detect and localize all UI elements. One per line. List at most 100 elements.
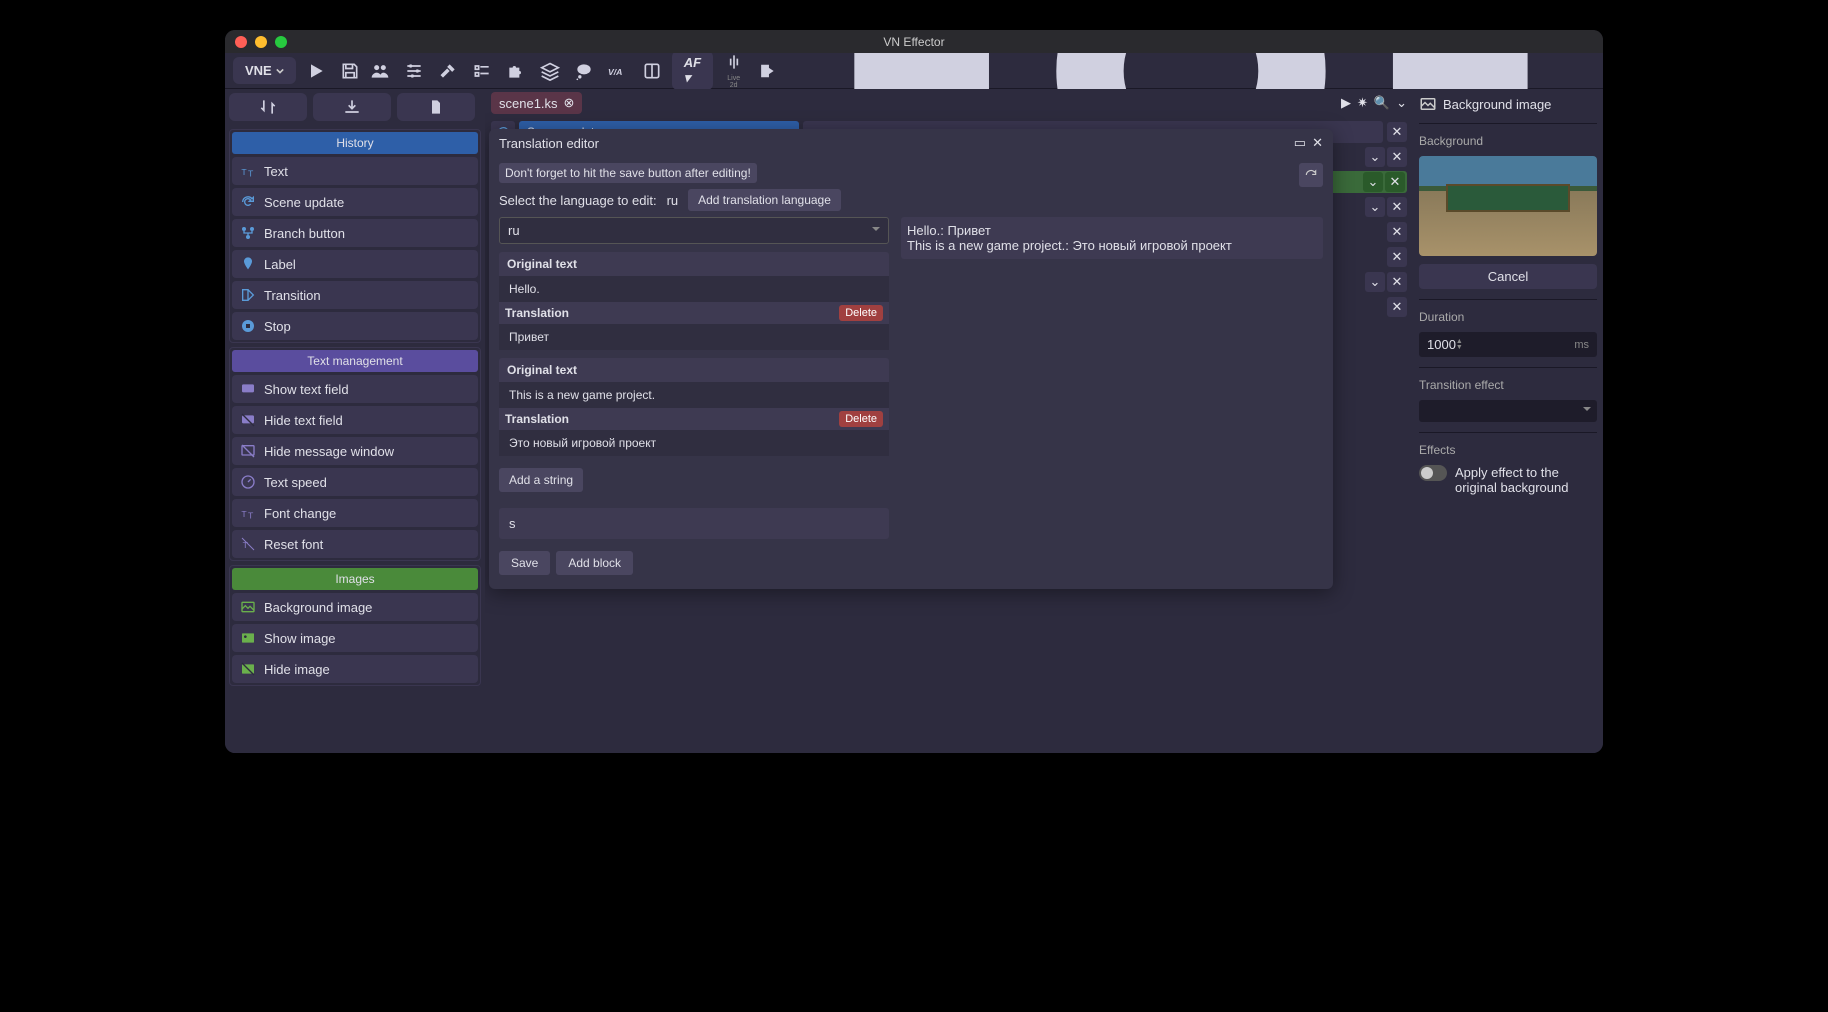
transition-label: Transition effect xyxy=(1419,378,1597,392)
sidebar-item-hide-text[interactable]: Hide text field xyxy=(232,406,478,434)
va-icon[interactable]: V/A xyxy=(608,61,628,81)
add-block-button[interactable]: Add block xyxy=(556,551,633,575)
hammer-icon[interactable] xyxy=(438,61,458,81)
layers-icon[interactable] xyxy=(540,61,560,81)
text-mgmt-category: Text management Show text field Hide tex… xyxy=(229,347,481,561)
translation-input[interactable]: Привет xyxy=(499,324,889,350)
item-label: Scene update xyxy=(264,195,344,210)
images-category: Images Background image Show image Hide … xyxy=(229,565,481,686)
sidebar: History TTText Scene update Branch butto… xyxy=(225,89,485,753)
add-language-button[interactable]: Add translation language xyxy=(688,189,841,211)
play-mini-icon[interactable]: ▶ xyxy=(1341,95,1351,111)
images-header[interactable]: Images xyxy=(232,568,478,590)
original-text-label: Original text xyxy=(499,252,889,276)
close-tab-icon[interactable]: ⊗ xyxy=(564,95,575,111)
book-icon[interactable] xyxy=(642,61,662,81)
chat-off-icon xyxy=(240,412,256,428)
download-icon xyxy=(342,97,362,117)
modal-header[interactable]: Translation editor ▭ ✕ xyxy=(489,129,1333,157)
close-icon[interactable]: ✕ xyxy=(1387,222,1407,242)
close-icon[interactable]: ✕ xyxy=(1387,272,1407,292)
item-label: Text speed xyxy=(264,475,327,490)
sidebar-item-transition[interactable]: Transition xyxy=(232,281,478,309)
close-icon[interactable]: ✕ xyxy=(1387,247,1407,267)
sidebar-item-stop[interactable]: Stop xyxy=(232,312,478,340)
sidebar-item-show-image[interactable]: Show image xyxy=(232,624,478,652)
users-icon[interactable] xyxy=(370,61,390,81)
transition-dropdown[interactable] xyxy=(1419,400,1597,422)
save-button[interactable]: Save xyxy=(499,551,550,575)
sidebar-item-font-change[interactable]: TTFont change xyxy=(232,499,478,527)
delete-button[interactable]: Delete xyxy=(839,411,883,427)
translation-input[interactable]: Это новый игровой проект xyxy=(499,430,889,456)
cancel-button[interactable]: Cancel xyxy=(1419,264,1597,289)
thought-icon[interactable] xyxy=(574,61,594,81)
sidebar-item-reset-font[interactable]: TReset font xyxy=(232,530,478,558)
close-icon[interactable]: ✕ xyxy=(1387,297,1407,317)
bg-image-icon xyxy=(240,599,256,615)
sidebar-item-label[interactable]: Label xyxy=(232,250,478,278)
maximize-window-button[interactable] xyxy=(275,36,287,48)
chevron-down-icon[interactable]: ⌄ xyxy=(1396,95,1407,111)
minimize-window-button[interactable] xyxy=(255,36,267,48)
chevron-down-icon[interactable]: ⌄ xyxy=(1363,172,1383,192)
sidebar-item-hide-msg[interactable]: Hide message window xyxy=(232,437,478,465)
puzzle-icon[interactable] xyxy=(506,61,526,81)
close-icon[interactable]: ✕ xyxy=(1387,147,1407,167)
search-input[interactable]: s xyxy=(499,508,889,539)
preview-line: Hello.: Привет xyxy=(907,223,1317,238)
scene-tab[interactable]: scene1.ks ⊗ xyxy=(491,92,582,114)
history-header[interactable]: History xyxy=(232,132,478,154)
sidebar-item-text-speed[interactable]: Text speed xyxy=(232,468,478,496)
af-label: AF xyxy=(684,55,701,70)
sidebar-item-scene-update[interactable]: Scene update xyxy=(232,188,478,216)
save-icon[interactable] xyxy=(340,61,360,81)
number-spinner[interactable]: ▲▼ xyxy=(1456,339,1463,351)
modal-title: Translation editor xyxy=(499,136,599,151)
search-icon[interactable]: 🔍 xyxy=(1374,95,1390,111)
item-label: Hide message window xyxy=(264,444,394,459)
live2d-button[interactable]: Live 2d xyxy=(723,52,744,89)
sidebar-item-branch[interactable]: Branch button xyxy=(232,219,478,247)
background-thumbnail[interactable] xyxy=(1419,156,1597,256)
sidebar-item-hide-image[interactable]: Hide image xyxy=(232,655,478,683)
current-lang: ru xyxy=(667,193,679,208)
delete-button[interactable]: Delete xyxy=(839,305,883,321)
download-button[interactable] xyxy=(313,93,391,121)
chevron-down-icon[interactable]: ⌄ xyxy=(1365,197,1385,217)
sidebar-item-text[interactable]: TTText xyxy=(232,157,478,185)
apply-effect-toggle[interactable] xyxy=(1419,465,1447,481)
play-icon[interactable] xyxy=(306,61,326,81)
refresh-button[interactable] xyxy=(1299,163,1323,187)
sidebar-item-show-text[interactable]: Show text field xyxy=(232,375,478,403)
file-button[interactable] xyxy=(397,93,475,121)
close-icon[interactable]: ✕ xyxy=(1387,197,1407,217)
chevron-down-icon[interactable]: ⌄ xyxy=(1365,147,1385,167)
refresh-icon xyxy=(1304,168,1318,182)
duration-input[interactable]: 1000 ▲▼ ms xyxy=(1419,332,1597,357)
sidebar-top-buttons xyxy=(229,93,481,121)
branch-icon xyxy=(240,225,256,241)
sliders-icon[interactable] xyxy=(404,61,424,81)
swap-button[interactable] xyxy=(229,93,307,121)
list-icon[interactable] xyxy=(472,61,492,81)
close-window-button[interactable] xyxy=(235,36,247,48)
translation-left-column: ru Original text Hello. Translation Dele… xyxy=(499,217,889,575)
window-title: VN Effector xyxy=(883,35,944,49)
translation-label: Translation xyxy=(505,306,569,320)
vne-menu[interactable]: VNE xyxy=(233,57,296,84)
svg-text:V/A: V/A xyxy=(608,67,622,77)
language-dropdown[interactable]: ru xyxy=(499,217,889,244)
bug-icon[interactable]: ✷ xyxy=(1357,95,1368,111)
transition-icon xyxy=(240,287,256,303)
sidebar-item-bg-image[interactable]: Background image xyxy=(232,593,478,621)
af-button[interactable]: AF ▾ xyxy=(672,51,713,90)
close-icon[interactable]: ✕ xyxy=(1387,122,1407,142)
minimize-modal-icon[interactable]: ▭ xyxy=(1294,135,1306,151)
export-icon[interactable] xyxy=(758,61,777,81)
add-string-button[interactable]: Add a string xyxy=(499,468,583,492)
chevron-down-icon[interactable]: ⌄ xyxy=(1365,272,1385,292)
text-mgmt-header[interactable]: Text management xyxy=(232,350,478,372)
close-icon[interactable]: ✕ xyxy=(1385,172,1405,192)
close-modal-icon[interactable]: ✕ xyxy=(1312,135,1323,151)
